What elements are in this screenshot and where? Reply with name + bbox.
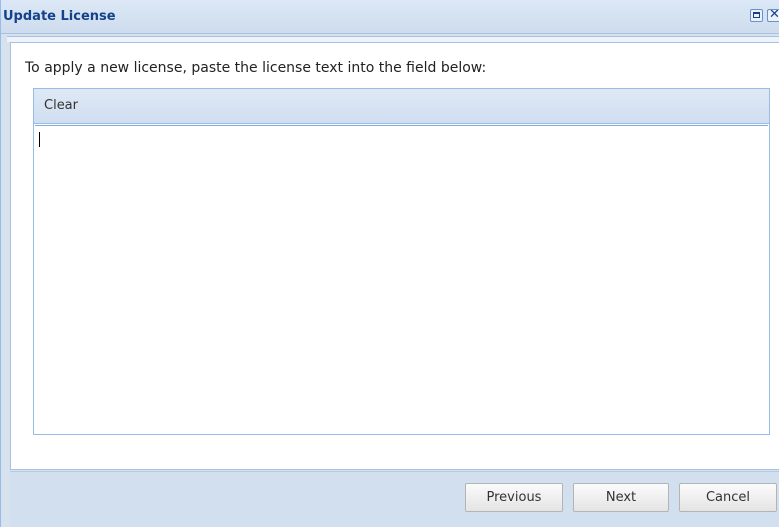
- instruction-text: To apply a new license, paste the licens…: [25, 60, 487, 76]
- maximize-icon[interactable]: [750, 9, 763, 22]
- clear-button[interactable]: Clear: [44, 98, 78, 113]
- previous-button[interactable]: Previous: [465, 483, 563, 512]
- maximize-glyph: [753, 12, 760, 18]
- update-license-window: Update License ✕ To apply a new license,…: [0, 0, 779, 527]
- next-button[interactable]: Next: [573, 483, 669, 512]
- text-caret: [39, 132, 40, 147]
- license-text-field[interactable]: [35, 125, 768, 433]
- cancel-button[interactable]: Cancel: [679, 483, 777, 512]
- license-panel: Clear: [33, 88, 770, 435]
- window-title: Update License: [3, 9, 116, 24]
- close-glyph: ✕: [769, 9, 779, 22]
- close-icon[interactable]: ✕: [767, 9, 779, 22]
- window-titlebar[interactable]: Update License ✕: [1, 0, 779, 34]
- license-toolbar: Clear: [34, 89, 769, 124]
